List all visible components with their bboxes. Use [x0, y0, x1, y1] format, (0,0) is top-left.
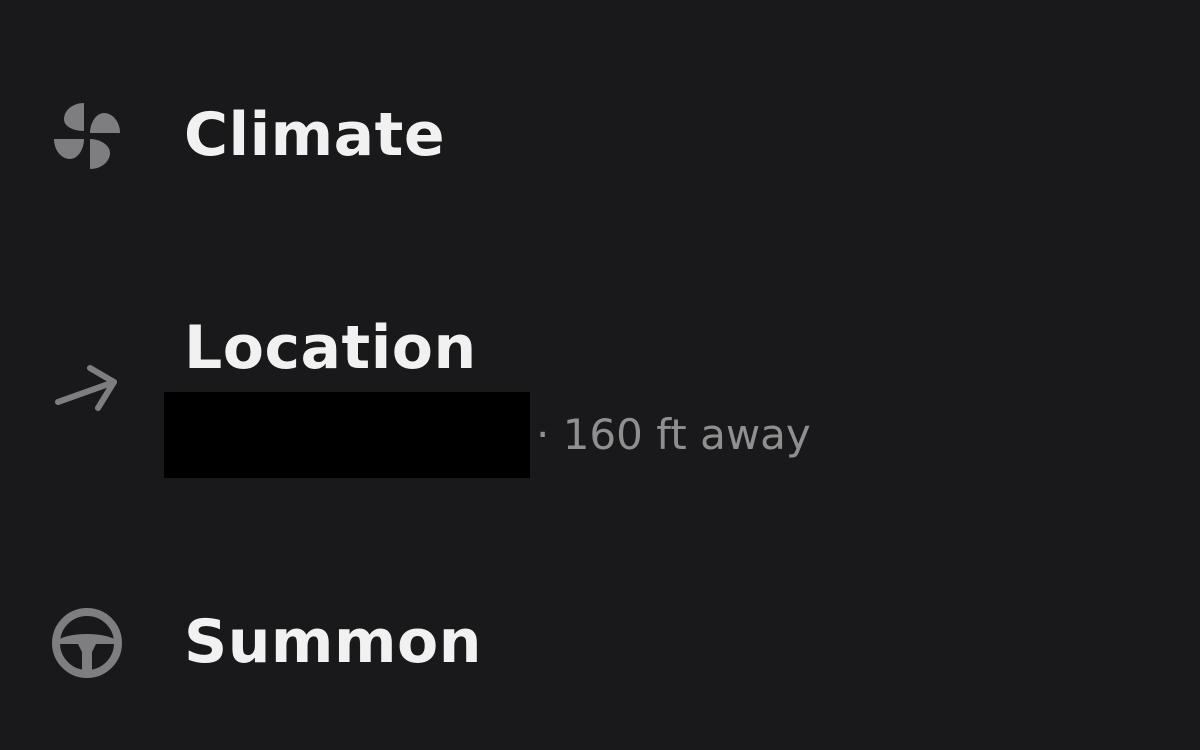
fan-icon: [48, 97, 126, 175]
vehicle-controls-menu: Climate Location · 160 ft away Summon: [0, 0, 1200, 750]
menu-item-label: Climate: [184, 100, 446, 170]
menu-item-label: Location: [184, 313, 477, 383]
menu-item-climate[interactable]: Climate: [0, 95, 1200, 185]
steering-wheel-icon: [48, 604, 126, 682]
menu-item-label: Summon: [184, 607, 482, 677]
distance-text: · 160 ft away: [536, 410, 811, 459]
menu-item-location[interactable]: Location · 160 ft away: [0, 312, 1200, 482]
menu-item-summon[interactable]: Summon: [0, 600, 1200, 690]
redacted-address: [164, 392, 530, 478]
location-detail: · 160 ft away: [164, 392, 811, 478]
arrow-right-icon: [48, 352, 126, 430]
